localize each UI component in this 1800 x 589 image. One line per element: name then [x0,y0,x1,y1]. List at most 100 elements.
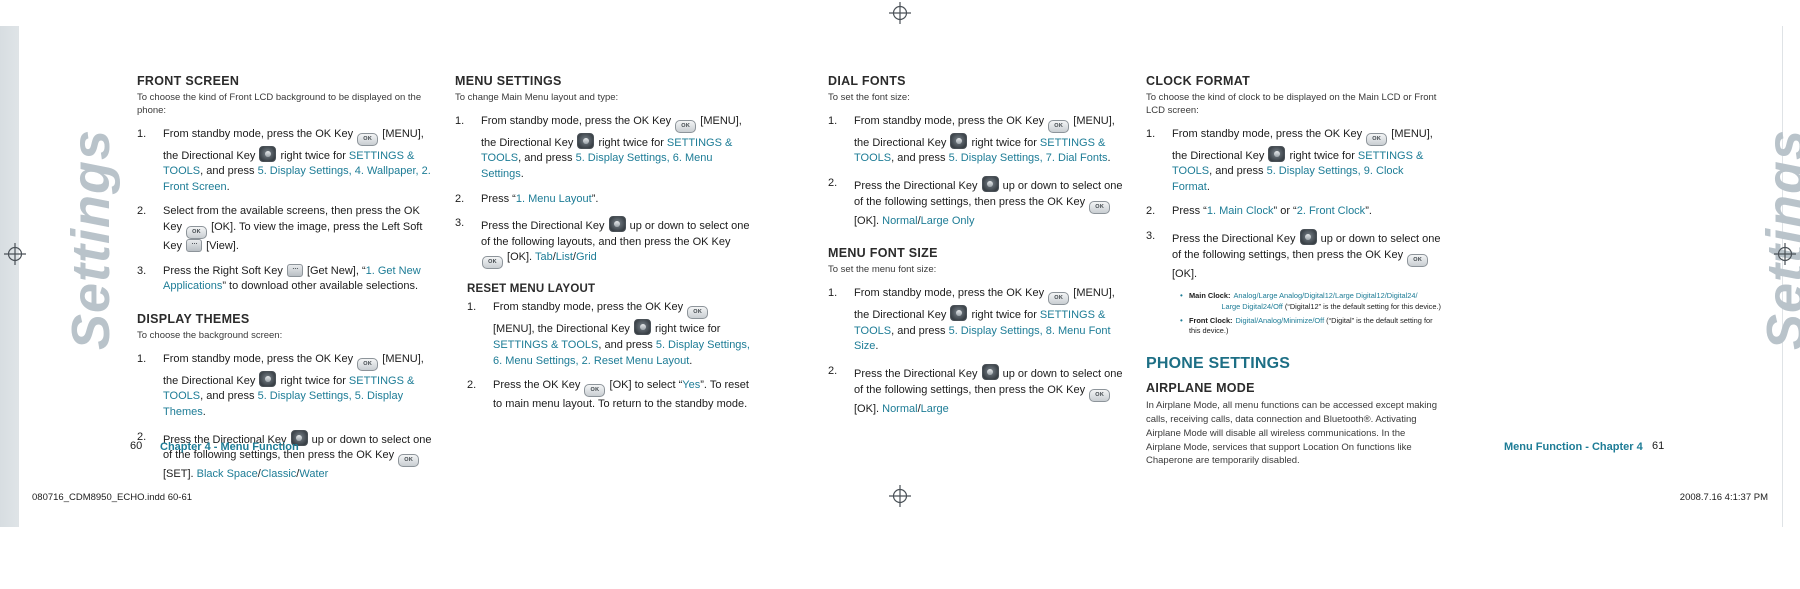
ok-key-icon: OK [398,454,420,468]
section-intro: To change Main Menu layout and type: [455,92,619,103]
menu-path-reference: Tab [534,251,553,264]
section-intro: To choose the kind of clock to be displa… [1146,92,1437,116]
menu-path-reference: 5. Display Settings, 7. Dial Fonts [948,152,1108,165]
step-text: . [1107,152,1111,165]
step-item: 1. From standby mode, press the OK Key OK… [467,300,750,369]
step-text: From standby mode, press the OK Key [163,352,357,365]
section-heading: CLOCK FORMAT [1146,74,1251,88]
section-heading: FRONT SCREEN [137,74,240,88]
menu-path-reference: Classic [260,468,297,481]
soft-key-icon [186,237,203,253]
clock-option-values: Analog/Large Analog/Digital12/Large Digi… [1233,291,1418,301]
ok-key-icon: OK [1048,119,1070,133]
step-list: 1. From standby mode, press the OK Key OK… [828,286,1123,417]
step-text: right twice for [968,136,1040,149]
section-intro: To choose the kind of Front LCD backgrou… [137,92,422,116]
step-text: , and press [518,152,576,165]
step-item: 1. From standby mode, press the OK Key OK… [455,114,750,183]
menu-path-reference: 1. Main Clock [1206,205,1274,218]
ok-key-icon: OK [584,384,606,398]
clock-option-values-continued: Large Digital24/Off (“Digital12” is the … [1221,302,1441,312]
step-text: Press the Directional Key [1172,233,1299,246]
step-item: 3. Press the Directional Key up or down t… [1146,229,1441,282]
step-text: [View]. [203,240,239,253]
ok-key-icon: OK [1089,388,1111,402]
directional-key-icon [577,132,595,149]
step-text: right twice for [277,149,349,162]
menu-path-reference: List [555,251,573,264]
menu-path-reference: Normal [882,402,918,415]
clock-option-label: Front Clock: [1189,315,1233,325]
menu-path-reference: Grid [575,251,597,264]
directional-key-icon [634,319,651,336]
registration-mark-icon [4,243,26,265]
step-text: Press “ [481,192,516,205]
menu-path-reference: Large Only [920,214,975,227]
clock-option-note: (“Digital12” is the default setting for … [1282,302,1441,312]
step-item: 3.Press the Right Soft Key [Get New], “1… [137,262,432,295]
step-text: . [520,168,524,181]
chapter-label-left: Chapter 4 - Menu Function [160,441,299,453]
step-text: From standby mode, press the OK Key [481,114,675,127]
step-text: Press “ [1172,205,1207,218]
step-number: 2. [455,192,465,205]
step-text: right twice for [595,136,667,149]
directional-key-icon [259,370,277,387]
registration-mark-icon [889,485,911,507]
step-item: 2. Press the OK Key OK [OK] to select “Ye… [467,378,750,413]
step-text: right twice for [968,309,1040,322]
step-number: 1. [828,287,838,300]
step-item: 2. Press the Directional Key up or down t… [137,429,432,483]
section-heading: MENU SETTINGS [455,74,562,88]
step-text: From standby mode, press the OK Key [1172,127,1366,140]
section-heading: DIAL FONTS [828,74,906,88]
column-dial-fonts: DIAL FONTS To set the font size: 1. From st… [828,74,1123,426]
step-list: 1. From standby mode, press the OK Key OK… [137,352,432,483]
step-text: [OK]. [854,214,883,227]
step-number: 2. [828,177,838,190]
step-text: Press the OK Key [493,379,584,392]
menu-path-reference: Water [299,468,329,481]
step-number: 3. [137,264,147,277]
step-text: , and press [200,390,258,403]
step-item: 2. Press “1. Main Clock” or “2. Front Clo… [1146,204,1441,220]
page-number-right: 61 [1652,440,1665,452]
directional-key-icon [950,305,968,322]
step-list: 1. From standby mode, press the OK Key OK… [455,114,750,270]
step-item: 2. Press the Directional Key up or down t… [828,363,1123,417]
step-text: . [1206,180,1210,193]
soft-key-icon [286,262,303,277]
step-item: 1. From standby mode, press the OK Key OK… [137,352,432,421]
section-intro: To choose the background screen: [137,329,283,341]
step-list: 1. From standby mode, press the OK Key OK… [137,127,432,295]
step-text: . [875,340,879,353]
menu-path-reference: Large [920,402,949,415]
step-item: 2. Press the Directional Key up or down t… [828,176,1123,229]
section-heading: AIRPLANE MODE [1146,381,1255,396]
manual-page-spread: Settings Settings FRONT SCREEN To choose … [0,0,1800,589]
ok-key-icon: OK [687,306,709,320]
ok-key-icon: OK [1048,292,1070,306]
step-text: Press the Directional Key [854,180,981,193]
step-item: 3. Press the Directional Key up or down t… [455,216,750,270]
step-text: [Get New], “ [303,264,366,277]
step-text: ” or “ [1273,205,1297,218]
column-front-screen: FRONT SCREEN To choose the kind of Front … [137,74,432,492]
step-number: 3. [455,217,465,230]
step-number: 1. [455,114,465,127]
step-text: , and press [598,339,656,352]
step-text: right twice for [652,323,721,336]
clock-option-label: Main Clock: [1189,291,1231,301]
step-text: From standby mode, press the OK Key [854,114,1048,127]
step-item: 2. Select from the available screens, the… [137,204,432,254]
step-number: 3. [1146,230,1156,243]
clock-option-item: Front Clock:Digital/Analog/Minimize/Off … [1180,315,1441,337]
step-text: [OK]. [1172,267,1198,280]
section-heading: MENU FONT SIZE [828,246,938,261]
step-number: 2. [137,205,147,218]
step-text: ”. [591,192,599,205]
menu-path-reference: Black Space [196,468,258,481]
page-number-left: 60 [130,440,143,452]
directional-key-icon [950,132,968,149]
menu-path-reference: 2. Front Clock [1296,205,1366,218]
